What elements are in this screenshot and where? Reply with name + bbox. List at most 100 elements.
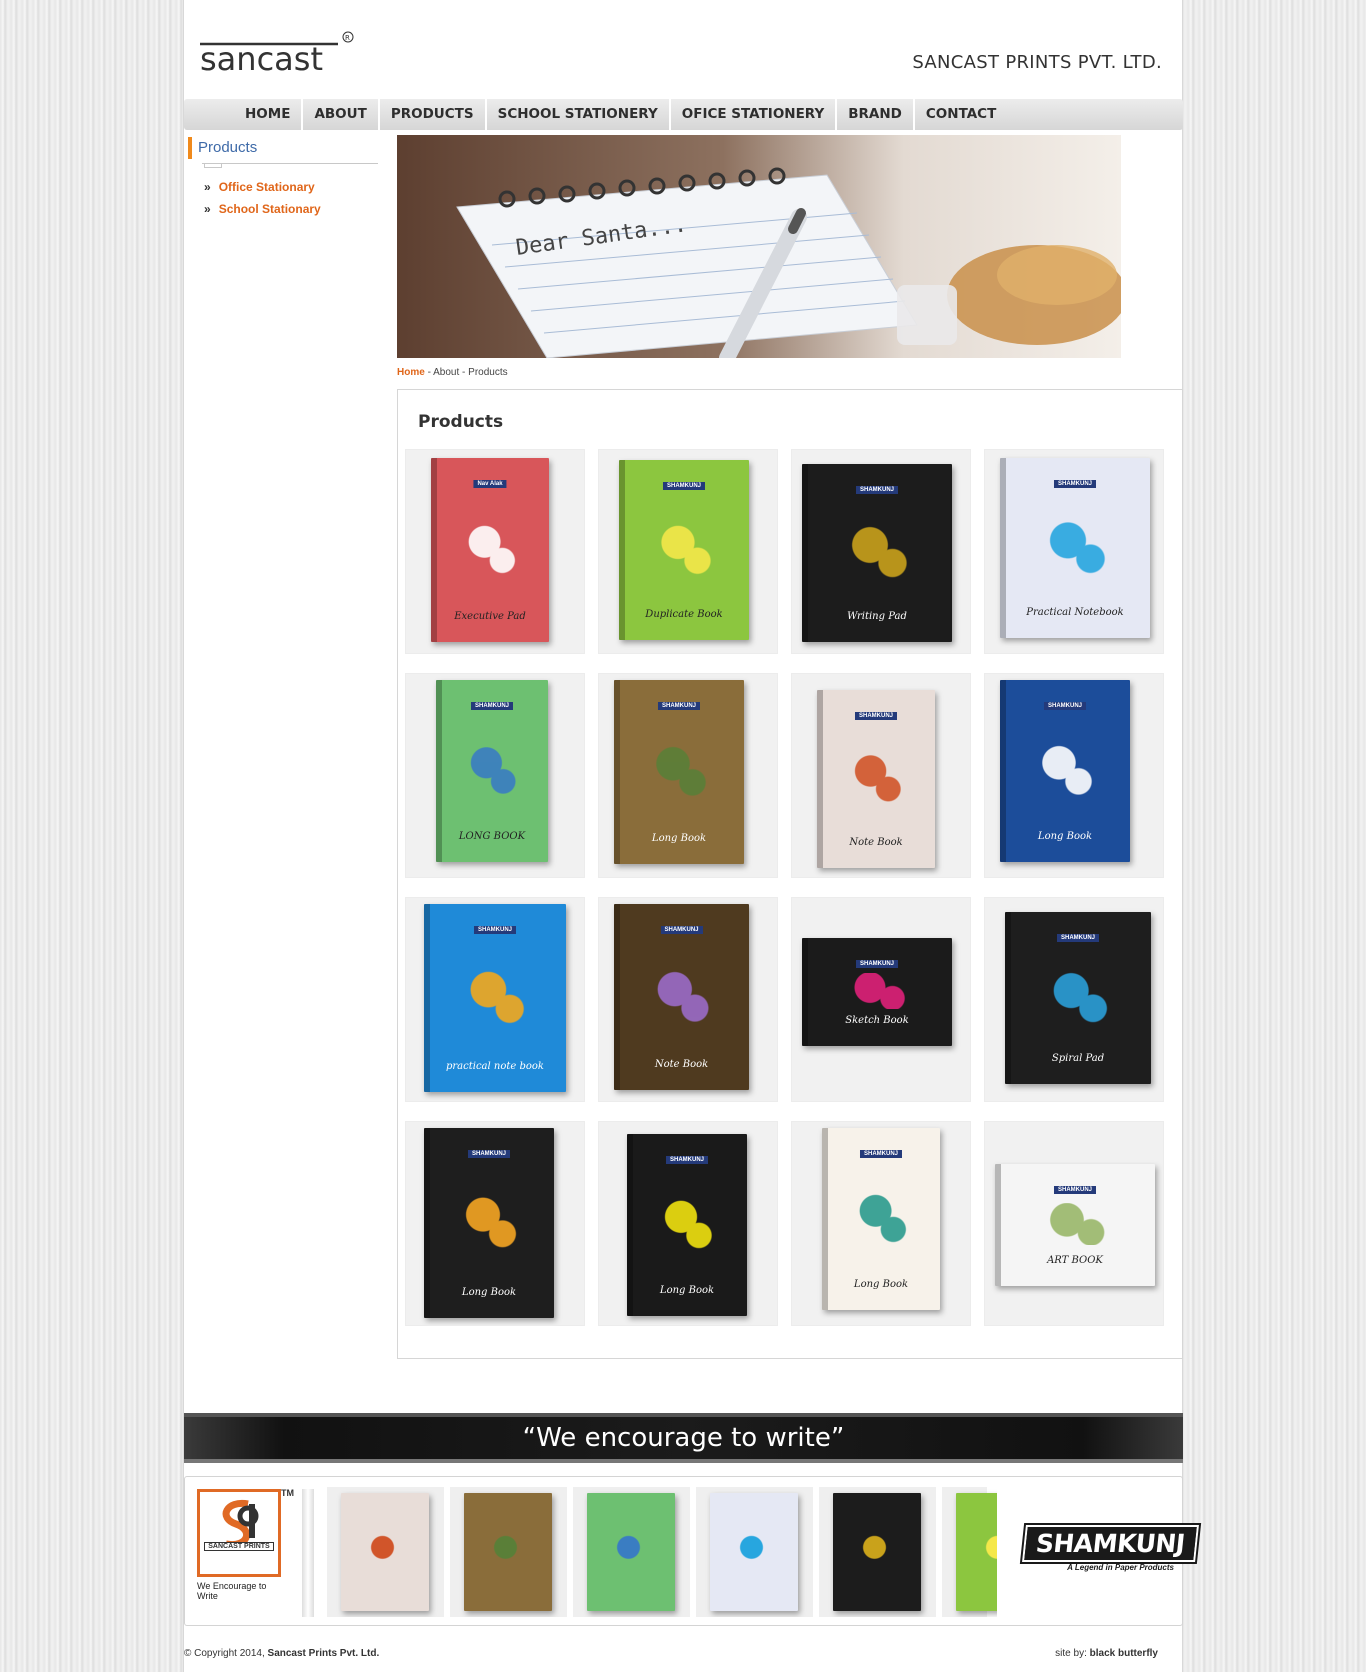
cover-title: Long Book [659,1285,715,1296]
cover-title: Spiral Pad [1051,1053,1105,1064]
cover-brand-label: SHAMKUNJ [1056,934,1100,942]
nav-home[interactable]: HOME [234,99,304,130]
cover-title: Note Book [654,1059,709,1070]
cover-title: Duplicate Book [645,609,723,620]
sancast-prints-logo[interactable]: SANCAST PRINTS TM We Encourage to Write [197,1488,294,1601]
cover-art [464,738,520,801]
shamkunj-logo[interactable]: SHAMKUNJ A Legend in Paper Products [1024,1527,1197,1572]
sidebar-link-office-stationary[interactable]: Office Stationary [219,180,315,194]
cover-art [839,520,915,582]
product-card[interactable]: SHAMKUNJ Writing Pad [791,449,971,654]
nav-office-stationery[interactable]: OFICE STATIONERY [671,99,838,130]
site-credit-link[interactable]: black butterfly [1090,1648,1158,1659]
cover-brand-label: SHAMKUNJ [855,960,899,968]
sancast-logo-mark: sancast R [200,31,354,78]
sancast-logo[interactable]: sancast R [198,30,358,80]
breadcrumb-home[interactable]: Home [397,367,425,378]
carousel-thumb[interactable] [819,1487,936,1617]
product-cover-image: SHAMKUNJ Long Book [822,1128,940,1310]
sidebar: Products » Office Stationary » School Stat… [188,137,378,220]
product-cover-image: SHAMKUNJ Note Book [817,690,935,868]
trademark-mark: TM [281,1488,294,1498]
product-card[interactable]: SHAMKUNJ Long Book [791,1121,971,1326]
sidebar-list: » Office Stationary » School Stationary [188,176,378,220]
product-cover-image: SHAMKUNJ Long Book [614,680,744,864]
cover-art [851,1186,911,1249]
page-container: sancast R SANCAST PRINTS PVT. LTD. HOME … [183,0,1197,1672]
carousel-thumb[interactable] [450,1487,567,1617]
carousel-thumb[interactable] [942,1487,997,1617]
product-card[interactable]: SHAMKUNJ Long Book [598,1121,778,1326]
product-card[interactable]: Nav Alak Executive Pad [405,449,585,654]
products-panel: Products Nav Alak Executive Pad SHAMKUNJ Du… [397,389,1183,1359]
site-credit-prefix: site by: [1055,1648,1090,1659]
product-grid: Nav Alak Executive Pad SHAMKUNJ Duplicate B… [405,449,1175,1326]
cover-art [852,1528,902,1571]
cover-title: practical note book [446,1061,544,1072]
product-card[interactable]: SHAMKUNJ Note Book [598,897,778,1102]
nav-brand[interactable]: BRAND [837,99,915,130]
cover-title: LONG BOOK [458,831,526,842]
product-cover-image: SHAMKUNJ Long Book [627,1134,747,1316]
cover-brand-label: SHAMKUNJ [473,926,517,934]
product-cover-image: SHAMKUNJ Spiral Pad [1005,912,1151,1084]
svg-text:R: R [345,34,350,42]
product-card[interactable]: SHAMKUNJ Practical Notebook [984,449,1164,654]
product-cover-image: SHAMKUNJ practical note book [424,904,566,1092]
carousel-thumb[interactable] [573,1487,690,1617]
cover-brand-label: SHAMKUNJ [470,702,514,710]
cover-brand-label: Nav Alak [473,480,507,488]
breadcrumb-about[interactable]: About [433,367,459,378]
brand-strip: SANCAST PRINTS TM We Encourage to Write … [184,1476,1197,1626]
nav-about[interactable]: ABOUT [303,99,380,130]
cover-art [839,972,915,1010]
cover-art [606,1528,656,1571]
cover-art [975,1528,997,1571]
shamkunj-tagline: A Legend in Paper Products [1067,1563,1174,1572]
cover-art [657,1192,717,1255]
cover-brand-label: SHAMKUNJ [467,1150,511,1158]
product-card[interactable]: SHAMKUNJ Sketch Book [791,897,971,1102]
sidebar-link-school-stationary[interactable]: School Stationary [219,202,321,216]
product-card[interactable]: SHAMKUNJ Note Book [791,673,971,878]
product-card[interactable]: SHAMKUNJ Long Book [405,1121,585,1326]
carousel-cover-image [956,1493,997,1611]
sancast-prints-badge: SANCAST PRINTS TM [197,1488,294,1577]
cover-art [483,1528,533,1571]
product-card[interactable]: SHAMKUNJ Long Book [984,673,1164,878]
sidebar-divider [202,163,378,164]
bullet-icon: » [204,180,211,194]
sidebar-divider-tick [204,164,222,168]
cover-title: Long Book [1037,831,1093,842]
site-credit: site by: black butterfly [1055,1648,1158,1659]
product-card[interactable]: SHAMKUNJ LONG BOOK [405,673,585,878]
product-card[interactable]: SHAMKUNJ Spiral Pad [984,897,1164,1102]
product-card[interactable]: SHAMKUNJ Duplicate Book [598,449,778,654]
nav-products[interactable]: PRODUCTS [380,99,487,130]
cover-title: Writing Pad [847,611,907,622]
cover-title: Long Book [651,833,707,844]
breadcrumb-products: Products [468,367,508,378]
cover-brand-label: SHAMKUNJ [1043,702,1087,710]
cover-art [1035,1203,1115,1245]
main-nav: HOME ABOUT PRODUCTS SCHOOL STATIONERY OF… [184,99,1183,130]
product-card[interactable]: SHAMKUNJ Long Book [598,673,778,878]
cover-brand-label: SHAMKUNJ [662,482,706,490]
cover-title: Note Book [849,837,903,848]
carousel-cover-image [833,1493,921,1611]
nav-contact[interactable]: CONTACT [915,99,1007,130]
breadcrumb-separator: - [459,367,469,378]
cover-art [460,516,520,580]
cover-spine [995,1164,1001,1286]
nav-school-stationery[interactable]: SCHOOL STATIONERY [487,99,671,130]
cover-title: Sketch Book [845,1015,909,1026]
carousel-thumb[interactable] [696,1487,813,1617]
product-cover-image: SHAMKUNJ Duplicate Book [619,460,749,640]
product-cover-image: Nav Alak Executive Pad [431,458,549,642]
product-card[interactable]: SHAMKUNJ practical note book [405,897,585,1102]
product-card[interactable]: SHAMKUNJ ART BOOK [984,1121,1164,1326]
strip-divider [302,1489,314,1617]
cover-brand-label: SHAMKUNJ [859,1150,903,1158]
breadcrumb-separator: - [424,367,434,378]
carousel-thumb[interactable] [327,1487,444,1617]
